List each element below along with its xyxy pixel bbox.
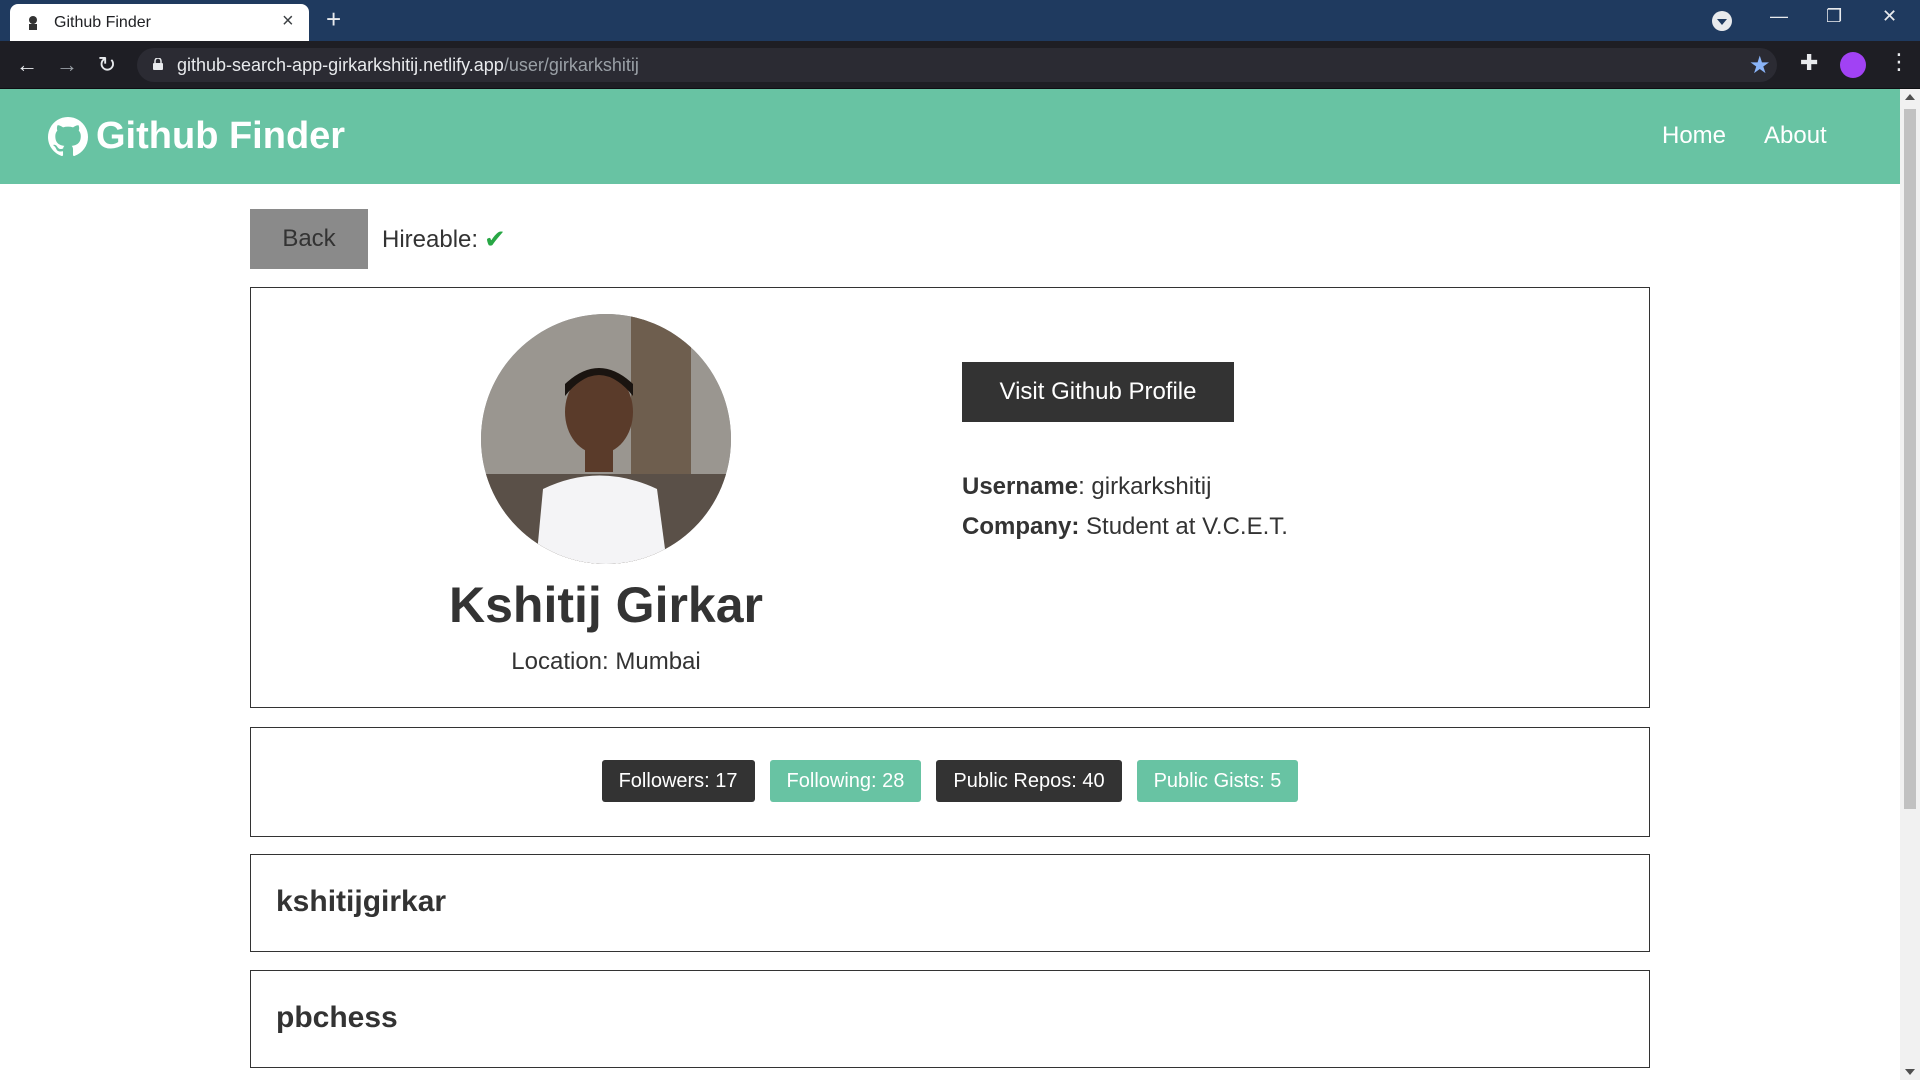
- following-badge: Following: 28: [769, 760, 922, 802]
- tab-title: Github Finder: [54, 14, 151, 31]
- forward-arrow-icon[interactable]: →: [53, 51, 81, 79]
- github-icon: [48, 116, 88, 156]
- bookmark-star-icon[interactable]: ★: [1749, 51, 1771, 80]
- repo-card: kshitijgirkar: [250, 854, 1650, 952]
- url-text: github-search-app-girkarkshitij.netlify.…: [177, 55, 639, 75]
- back-arrow-icon[interactable]: ←: [13, 51, 41, 79]
- reload-icon[interactable]: ↻: [93, 51, 121, 79]
- company-value: Student at V.C.E.T.: [1079, 513, 1288, 540]
- profile-photo: [481, 314, 731, 564]
- close-window-icon[interactable]: ✕: [1882, 6, 1897, 27]
- profile-card: Kshitij Girkar Location: Mumbai Visit Gi…: [250, 287, 1650, 708]
- scroll-thumb[interactable]: [1904, 109, 1916, 809]
- nav-link-about[interactable]: About: [1764, 122, 1827, 150]
- tab-close-icon[interactable]: ×: [282, 10, 294, 33]
- lock-icon: [153, 58, 163, 70]
- visit-github-profile-button[interactable]: Visit Github Profile: [962, 362, 1234, 422]
- profile-avatar-icon[interactable]: [1840, 52, 1866, 78]
- public-repos-badge: Public Repos: 40: [936, 760, 1122, 802]
- scroll-down-icon[interactable]: [1905, 1069, 1915, 1075]
- minimize-icon[interactable]: —: [1770, 6, 1788, 27]
- company-label: Company:: [962, 513, 1080, 540]
- back-button[interactable]: Back: [250, 209, 368, 269]
- hireable-status: Hireable: ✔: [382, 224, 506, 255]
- username-line: Username: girkarkshitij: [962, 473, 1211, 501]
- favicon-icon: [29, 16, 37, 30]
- user-location: Location: Mumbai: [511, 648, 701, 675]
- browser-tab[interactable]: Github Finder ×: [10, 4, 309, 41]
- browser-menu-icon[interactable]: ⋮: [1888, 49, 1910, 75]
- hireable-label: Hireable:: [382, 225, 479, 253]
- new-tab-icon[interactable]: +: [326, 4, 341, 35]
- extensions-icon[interactable]: ✚: [1800, 50, 1818, 76]
- repo-card: pbchess: [250, 970, 1650, 1068]
- avatar: [481, 314, 731, 564]
- nav-link-home[interactable]: Home: [1662, 122, 1726, 150]
- username-label: Username: [962, 473, 1079, 500]
- app-navbar: Github Finder Home About: [0, 89, 1900, 184]
- browser-toolbar: ← → ↻ github-search-app-girkarkshitij.ne…: [0, 41, 1920, 89]
- stats-badges: Followers: 17 Following: 28 Public Repos…: [251, 760, 1649, 802]
- address-bar[interactable]: github-search-app-girkarkshitij.netlify.…: [137, 48, 1777, 82]
- repo-link[interactable]: pbchess: [276, 1001, 398, 1035]
- followers-badge: Followers: 17: [601, 760, 755, 802]
- check-icon: ✔: [484, 224, 506, 254]
- username-value: : girkarkshitij: [1078, 473, 1212, 500]
- repo-link[interactable]: kshitijgirkar: [276, 885, 446, 919]
- restore-icon[interactable]: ❐: [1826, 6, 1842, 27]
- brand[interactable]: Github Finder: [48, 115, 345, 158]
- browser-tab-strip: Github Finder × + — ❐ ✕: [0, 0, 1920, 41]
- company-line: Company: Student at V.C.E.T.: [962, 513, 1288, 541]
- scroll-up-icon[interactable]: [1905, 94, 1915, 100]
- tab-search-icon[interactable]: [1712, 11, 1732, 31]
- brand-title: Github Finder: [96, 115, 346, 157]
- page-scrollbar[interactable]: [1900, 89, 1920, 1080]
- stats-card: Followers: 17 Following: 28 Public Repos…: [250, 727, 1650, 837]
- user-name: Kshitij Girkar: [449, 577, 763, 633]
- public-gists-badge: Public Gists: 5: [1136, 760, 1299, 802]
